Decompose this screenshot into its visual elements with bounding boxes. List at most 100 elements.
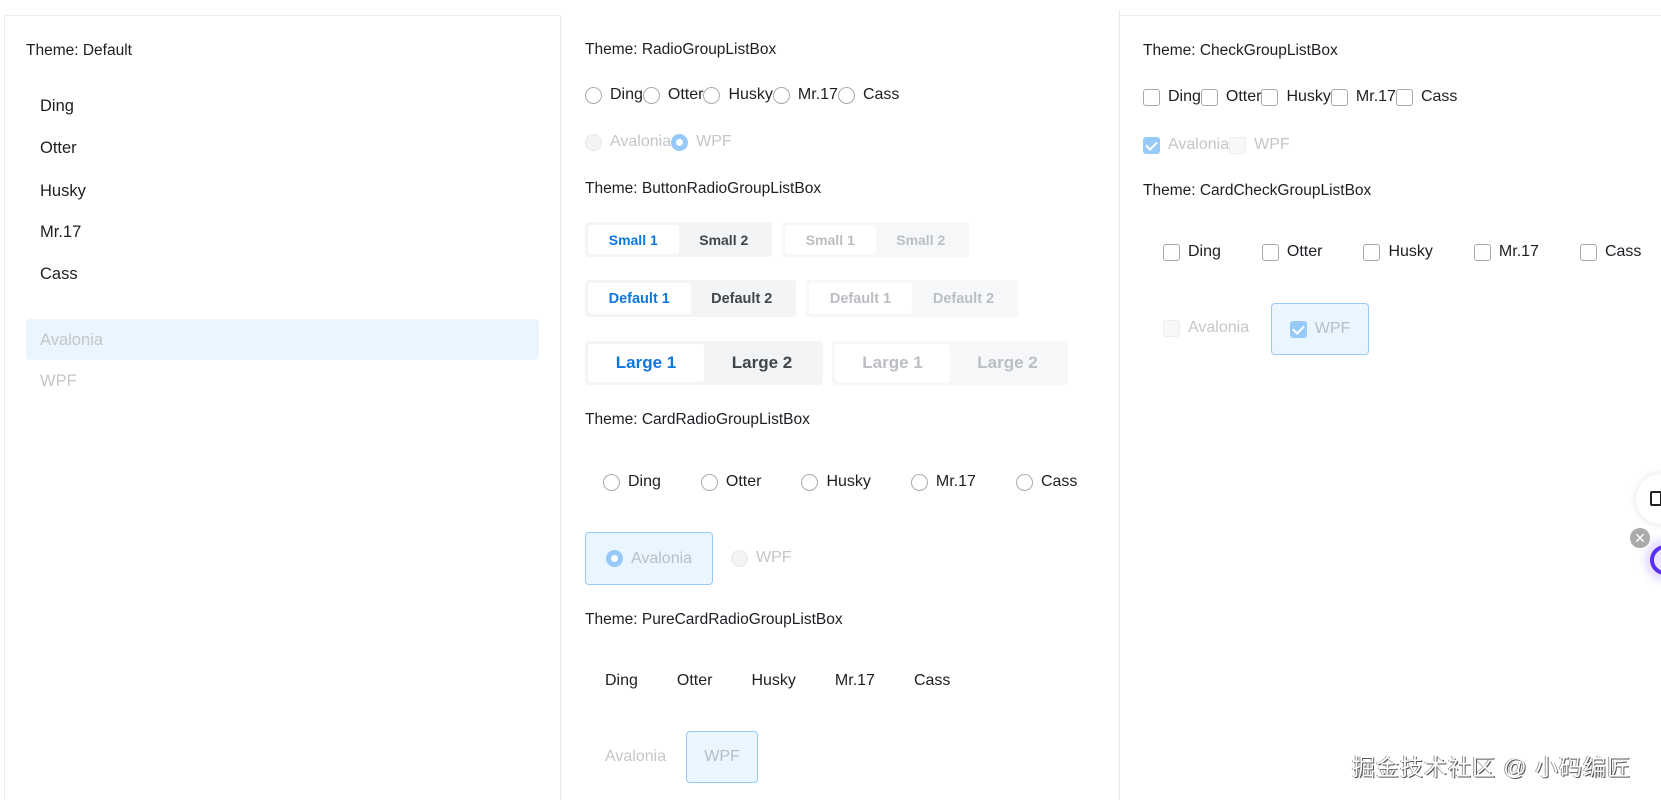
checkbox-label: Avalonia xyxy=(1168,136,1230,153)
radio-icon xyxy=(1015,473,1033,491)
card-checkbox-option[interactable]: Otter xyxy=(1261,243,1322,261)
radio-icon xyxy=(700,473,718,491)
checkbox-icon xyxy=(1163,243,1180,261)
pure-card-option[interactable]: Mr.17 xyxy=(835,672,875,690)
checkbox-label: Mr.17 xyxy=(1355,88,1396,105)
radio-label: Mr.17 xyxy=(935,473,976,490)
list-item[interactable]: Otter xyxy=(40,138,77,158)
radio-option[interactable]: Husky xyxy=(703,86,773,104)
radio-label: Husky xyxy=(728,86,773,103)
button-small-2: Small 2 xyxy=(896,231,946,248)
check-group-disabled: Avalonia WPF xyxy=(1143,136,1290,154)
radio-option[interactable]: Ding xyxy=(585,86,643,104)
checkbox-label: Ding xyxy=(1188,243,1221,260)
checkbox-option[interactable]: Otter xyxy=(1200,88,1261,106)
button-group-small-disabled: Small 1 Small 2 xyxy=(782,222,969,257)
radio-option-disabled-checked: WPF xyxy=(671,133,732,151)
option-label: WPF xyxy=(704,748,740,765)
button-small-1: Small 1 xyxy=(785,225,876,254)
pure-card-option[interactable]: Ding xyxy=(605,672,638,690)
check-panel xyxy=(1120,15,1661,800)
checkbox-checked-icon xyxy=(1143,136,1160,154)
radio-option[interactable]: Otter xyxy=(642,86,703,104)
checkbox-label: Mr.17 xyxy=(1498,243,1539,260)
checkbox-icon xyxy=(1200,88,1218,106)
radio-option[interactable]: Mr.17 xyxy=(772,86,838,104)
button-small-2[interactable]: Small 2 xyxy=(679,225,770,254)
pure-card-option[interactable]: Otter xyxy=(677,672,713,690)
checkbox-icon xyxy=(1261,88,1279,106)
checkbox-icon xyxy=(1395,88,1413,106)
list-item[interactable]: Cass xyxy=(40,264,78,284)
checkbox-icon xyxy=(1143,88,1160,106)
radio-label: WPF xyxy=(696,133,732,150)
default-panel xyxy=(4,15,561,800)
card-radio-option[interactable]: Otter xyxy=(700,473,762,491)
checkbox-option[interactable]: Cass xyxy=(1395,88,1458,106)
card-radio-option-disabled: WPF xyxy=(731,549,792,567)
radio-label: WPF xyxy=(756,549,792,566)
pure-card-radio-group: Ding Otter Husky Mr.17 Cass xyxy=(605,672,950,690)
radio-label: Ding xyxy=(628,473,661,490)
radio-label: Avalonia xyxy=(610,133,672,150)
checkbox-icon xyxy=(1261,243,1279,261)
notes-icon xyxy=(1650,491,1661,506)
pure-card-option-selected-disabled: WPF xyxy=(686,731,758,783)
card-checkbox-option-checked-disabled: WPF xyxy=(1271,303,1369,355)
checkbox-option[interactable]: Ding xyxy=(1143,88,1201,106)
button-large-2: Large 2 xyxy=(977,353,1038,372)
radio-icon xyxy=(801,473,819,491)
button-default-1[interactable]: Default 1 xyxy=(588,283,691,314)
card-checkbox-option[interactable]: Ding xyxy=(1163,243,1221,261)
radio-label: Cass xyxy=(862,86,900,103)
button-default-2: Default 2 xyxy=(932,290,995,307)
card-check-group: Ding Otter Husky Mr.17 Cass xyxy=(1163,243,1641,261)
radio-icon xyxy=(642,86,660,104)
card-radio-option[interactable]: Mr.17 xyxy=(910,473,976,491)
radio-label: Mr.17 xyxy=(797,86,838,103)
button-large-1[interactable]: Large 1 xyxy=(588,344,704,382)
card-radio-option[interactable]: Husky xyxy=(801,473,871,491)
section-title: Theme: PureCardRadioGroupListBox xyxy=(585,611,843,628)
card-checkbox-option[interactable]: Husky xyxy=(1363,243,1433,261)
radio-option-disabled: Avalonia xyxy=(585,133,671,151)
radio-icon xyxy=(731,549,748,567)
card-radio-option[interactable]: Ding xyxy=(603,473,661,491)
list-item[interactable]: Mr.17 xyxy=(40,222,81,242)
card-checkbox-option[interactable]: Mr.17 xyxy=(1473,243,1539,261)
radio-label: Husky xyxy=(826,473,871,490)
list-item[interactable]: Ding xyxy=(40,96,74,116)
radio-label: Avalonia xyxy=(630,549,693,567)
card-checkbox-option[interactable]: Cass xyxy=(1579,243,1641,261)
checkbox-label: WPF xyxy=(1254,136,1290,153)
card-radio-option[interactable]: Cass xyxy=(1015,473,1077,491)
radio-label: Otter xyxy=(725,473,762,490)
section-title: Theme: Default xyxy=(26,42,132,59)
watermark: 掘金技术社区 @ 小码编匠 xyxy=(1352,754,1632,780)
radio-option[interactable]: Cass xyxy=(837,86,900,104)
list-item[interactable]: Husky xyxy=(40,181,86,201)
pure-card-option-disabled: Avalonia xyxy=(605,748,666,766)
checkbox-icon xyxy=(1473,243,1491,261)
pure-card-option[interactable]: Cass xyxy=(914,672,950,690)
button-group-default: Default 1 Default 2 xyxy=(585,280,796,317)
radio-group-disabled: Avalonia WPF xyxy=(585,133,732,151)
button-default-1: Default 1 xyxy=(809,283,912,314)
button-small-1[interactable]: Small 1 xyxy=(588,225,679,254)
checkbox-option[interactable]: Husky xyxy=(1261,88,1331,106)
checkbox-option[interactable]: Mr.17 xyxy=(1330,88,1396,106)
checkbox-option-checked-disabled: Avalonia xyxy=(1143,136,1229,154)
radio-label: Ding xyxy=(610,86,643,103)
card-radio-option-checked-disabled: Avalonia xyxy=(585,532,713,585)
card-radio-group: Ding Otter Husky Mr.17 Cass xyxy=(603,473,1077,491)
list-item-disabled: WPF xyxy=(40,372,77,390)
button-large-2[interactable]: Large 2 xyxy=(704,344,820,382)
checkbox-label: Cass xyxy=(1420,88,1458,105)
close-icon[interactable]: ✕ xyxy=(1630,528,1650,548)
checkbox-label: Husky xyxy=(1286,88,1331,105)
section-title: Theme: ButtonRadioGroupListBox xyxy=(585,180,822,197)
pure-card-option[interactable]: Husky xyxy=(751,672,795,690)
button-default-2[interactable]: Default 2 xyxy=(691,283,794,314)
radio-group: Ding Otter Husky Mr.17 Cass xyxy=(585,86,899,104)
checkbox-option-disabled: WPF xyxy=(1229,136,1290,154)
